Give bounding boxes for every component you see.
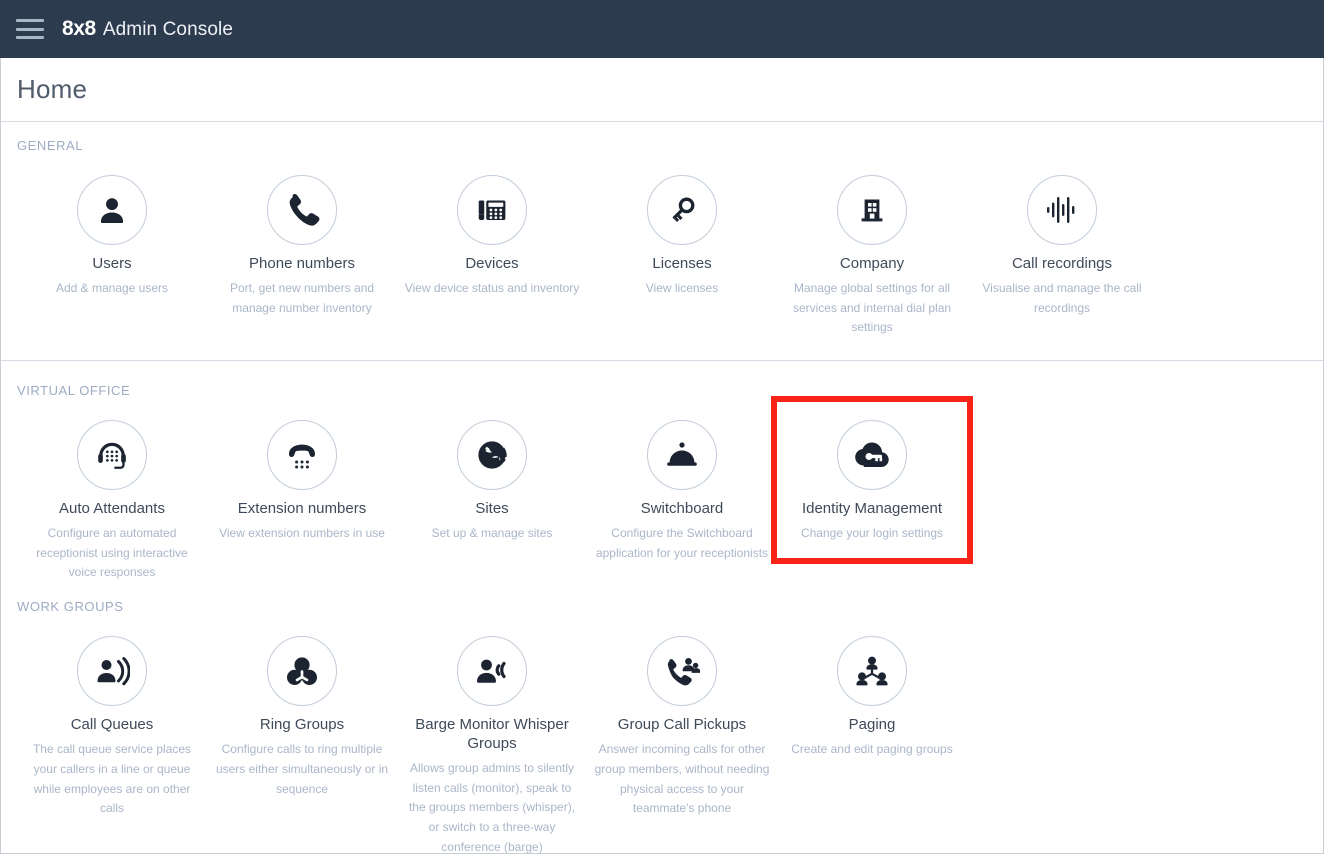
tile-row: Call Queues The call queue service places… xyxy=(1,620,1323,854)
handset-keypad-icon xyxy=(267,420,337,491)
tile-label: Group Call Pickups xyxy=(617,716,747,734)
tile-label: Call recordings xyxy=(1011,255,1113,272)
section-general: GENERAL Users Add & manage users Phone numb… xyxy=(1,122,1323,338)
tile-company[interactable]: Company Manage global settings for all se… xyxy=(777,159,967,338)
tile-description: View device status and inventory xyxy=(404,280,580,295)
tile-description: Add & manage users xyxy=(55,280,169,295)
desk-phone-icon xyxy=(457,175,527,245)
three-circles-icon xyxy=(267,636,337,707)
headset-keypad-icon xyxy=(77,420,147,491)
tile-description: The call queue service places your calle… xyxy=(32,742,192,816)
tile-label: Company xyxy=(839,255,905,272)
tile-sites[interactable]: Sites Set up & manage sites xyxy=(397,404,587,544)
tile-label: Barge Monitor Whisper Groups xyxy=(415,716,569,753)
hamburger-bar xyxy=(16,19,44,22)
service-bell-icon xyxy=(647,420,717,491)
section-virtual-office: VIRTUAL OFFICE Auto Attendants Configure a… xyxy=(1,360,1323,583)
tile-description: Change your login settings xyxy=(800,525,944,540)
phone-icon xyxy=(267,175,337,245)
waveform-icon xyxy=(1027,175,1097,245)
tile-description: Set up & manage sites xyxy=(431,525,553,540)
admin-console-app: 8x8 Admin Console Home GENERAL Users Add &… xyxy=(0,0,1324,854)
tile-phone-numbers[interactable]: Phone numbers Port, get new numbers and m… xyxy=(207,159,397,318)
tile-group-call-pickups[interactable]: Group Call Pickups Answer incoming calls … xyxy=(587,620,777,819)
tile-label: Call Queues xyxy=(70,716,154,734)
tile-label: Licenses xyxy=(652,255,712,272)
tile-description: Configure an automated receptionist usin… xyxy=(36,525,188,580)
tile-row: Auto Attendants Configure an automated re… xyxy=(1,396,1323,583)
tile-label: Phone numbers xyxy=(249,255,355,272)
tile-label: Identity Management xyxy=(801,500,943,518)
tile-description: View extension numbers in use xyxy=(219,525,385,540)
tile-label: Auto Attendants xyxy=(59,500,165,518)
tile-label: Ring Groups xyxy=(259,716,345,734)
tile-description: Visualise and manage the call recordings xyxy=(982,280,1142,315)
tile-devices[interactable]: Devices View device status and inventory xyxy=(397,159,587,299)
tile-row: Users Add & manage users Phone numbers Port… xyxy=(1,159,1323,338)
tile-description: Port, get new numbers and manage number … xyxy=(229,280,375,315)
page-title: Home xyxy=(17,74,88,104)
section-work-groups: WORK GROUPS Call Queues The call queue ser… xyxy=(1,583,1323,854)
tile-switchboard[interactable]: Switchboard Configure the Switchboard app… xyxy=(587,404,777,563)
user-signal-icon xyxy=(77,636,147,707)
section-title: GENERAL xyxy=(17,138,83,153)
tile-description: Configure calls to ring multiple users e… xyxy=(215,742,389,796)
tile-paging[interactable]: Paging Create and edit paging groups xyxy=(777,620,967,760)
sections-container: GENERAL Users Add & manage users Phone numb… xyxy=(1,122,1323,854)
tile-description: Allows group admins to silently listen c… xyxy=(408,760,576,854)
tile-description: Create and edit paging groups xyxy=(791,742,953,757)
tile-description: Manage global settings for all services … xyxy=(792,280,952,335)
paging-network-icon xyxy=(837,636,907,707)
page-title-bar: Home xyxy=(1,58,1323,122)
hamburger-menu-icon[interactable] xyxy=(16,19,44,39)
tile-auto-attendants[interactable]: Auto Attendants Configure an automated re… xyxy=(17,404,207,583)
tile-call-queues[interactable]: Call Queues The call queue service places… xyxy=(17,620,207,819)
tile-identity-management[interactable]: Identity Management Change your login set… xyxy=(771,396,973,564)
tile-label: Users xyxy=(92,255,132,272)
section-title: WORK GROUPS xyxy=(17,599,124,615)
key-icon xyxy=(647,175,717,245)
hamburger-bar xyxy=(16,27,44,31)
user-whisper-icon xyxy=(457,636,527,707)
tile-ring-groups[interactable]: Ring Groups Configure calls to ring multi… xyxy=(207,620,397,799)
tile-label: Sites xyxy=(475,500,509,518)
tile-label: Switchboard xyxy=(640,500,724,518)
tile-description: View licenses xyxy=(645,280,719,295)
content-frame: Home GENERAL Users Add & manage users Phone… xyxy=(0,58,1324,854)
cloud-key-icon xyxy=(837,420,907,491)
tile-call-recordings[interactable]: Call recordings Visualise and manage the … xyxy=(967,159,1157,318)
brand-link[interactable]: 8x8 Admin Console xyxy=(62,17,233,41)
user-icon xyxy=(77,175,147,245)
tile-licenses[interactable]: Licenses View licenses xyxy=(587,159,777,299)
tile-label: Paging xyxy=(848,716,896,734)
tile-users[interactable]: Users Add & manage users xyxy=(17,159,207,299)
tile-extension-numbers[interactable]: Extension numbers View extension numbers … xyxy=(207,404,397,544)
tile-barge-monitor-whisper-groups[interactable]: Barge Monitor Whisper Groups Allows group… xyxy=(397,620,587,854)
brand-app-name: Admin Console xyxy=(102,19,233,40)
tile-label: Extension numbers xyxy=(237,500,367,518)
hamburger-bar xyxy=(16,36,44,39)
brand-logo-text: 8x8 xyxy=(62,17,96,40)
section-title: VIRTUAL OFFICE xyxy=(17,383,131,399)
phone-users-icon xyxy=(647,636,717,707)
building-icon xyxy=(837,175,907,245)
globe-icon xyxy=(457,420,527,491)
tile-description: Configure the Switchboard application fo… xyxy=(595,525,769,560)
tile-description: Answer incoming calls for other group me… xyxy=(594,742,770,816)
tile-label: Devices xyxy=(465,255,519,272)
top-navigation-bar: 8x8 Admin Console xyxy=(0,0,1324,58)
